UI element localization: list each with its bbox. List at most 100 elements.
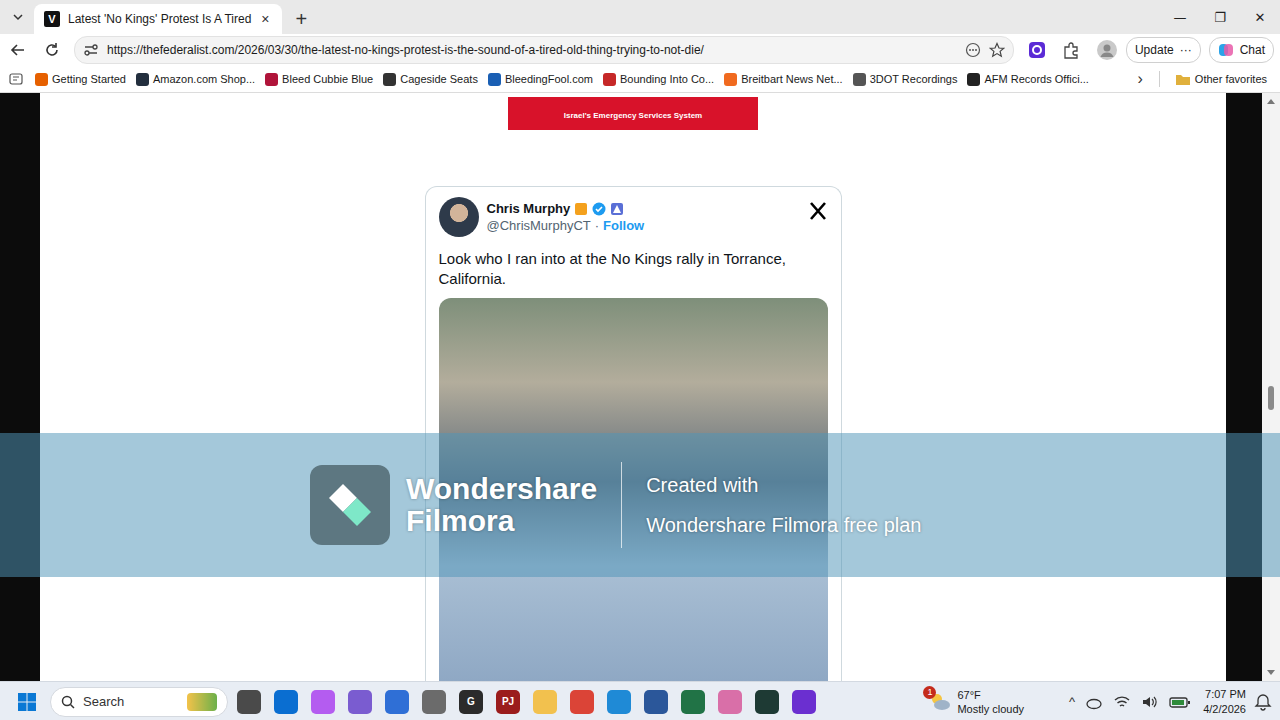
bookmark-item[interactable]: Amazon.com Shop... xyxy=(131,73,260,86)
avatar-photo[interactable] xyxy=(439,197,479,237)
author-handle-row: @ChrisMurphyCT · Follow xyxy=(487,218,645,233)
browser-tab[interactable]: V Latest 'No Kings' Protest Is A Tired × xyxy=(34,4,282,34)
window-controls: —❐✕ xyxy=(1160,0,1280,34)
tab-actions-icon[interactable] xyxy=(10,9,26,25)
speaker-icon[interactable] xyxy=(1141,694,1159,710)
site-favicon: V xyxy=(44,11,60,27)
update-button[interactable]: Update··· xyxy=(1126,37,1201,63)
author-name[interactable]: Chris Murphy xyxy=(487,201,571,216)
taskbar-app-icon[interactable] xyxy=(311,690,335,714)
taskbar-app-icon[interactable] xyxy=(385,690,409,714)
taskbar-app-icon[interactable]: G xyxy=(459,690,483,714)
taskbar-app-icon[interactable] xyxy=(607,690,631,714)
extensions-puzzle-icon[interactable] xyxy=(1062,41,1080,59)
filmora-diamond-icon xyxy=(325,480,375,530)
bookmark-item[interactable]: Getting Started xyxy=(30,73,131,86)
windows-start-icon[interactable] xyxy=(18,693,36,711)
site-info-icon[interactable] xyxy=(83,42,99,58)
favorites-bar: Getting Started Amazon.com Shop... Bleed C… xyxy=(0,66,1280,93)
favorite-star-icon[interactable] xyxy=(989,42,1005,58)
bookmark-item[interactable]: Bounding Into Co... xyxy=(598,73,719,86)
ad-banner[interactable]: Israel's Emergency Services System xyxy=(508,97,758,130)
battery-icon[interactable] xyxy=(1169,694,1191,710)
bookmark-item[interactable]: Breitbart News Net... xyxy=(719,73,847,86)
page-margin xyxy=(0,93,40,681)
taskbar-app-icon[interactable] xyxy=(792,690,816,714)
weather-widget[interactable]: 167°FMostly cloudy xyxy=(929,688,1024,716)
taskbar-app-icon[interactable]: PJ xyxy=(496,690,520,714)
bookmark-label: 3DOT Recordings xyxy=(870,73,958,85)
temperature: 67°F xyxy=(957,688,1024,702)
brand-product: Filmora xyxy=(406,505,597,537)
scrollbar[interactable] xyxy=(1262,93,1280,681)
taskbar-app-icon[interactable] xyxy=(274,690,298,714)
folder-icon xyxy=(1175,72,1191,86)
weather-condition: Mostly cloudy xyxy=(957,702,1024,716)
clock[interactable]: 7:07 PM4/2/2026 xyxy=(1203,687,1246,717)
app-label: PJ xyxy=(502,696,514,707)
bookmark-item[interactable]: Bleed Cubbie Blue xyxy=(260,73,378,86)
divider xyxy=(621,462,622,548)
bookmark-item[interactable]: BleedingFool.com xyxy=(483,73,598,86)
taskbar-app-icon[interactable] xyxy=(644,690,668,714)
tab-title[interactable]: Latest 'No Kings' Protest Is A Tired xyxy=(68,12,251,26)
other-favorites-button[interactable]: Other favorites xyxy=(1170,72,1272,86)
scrollbar-thumb[interactable] xyxy=(1268,386,1274,410)
bookmark-label: Bleed Cubbie Blue xyxy=(282,73,373,85)
bookmark-favicon-icon xyxy=(967,73,980,86)
wifi-icon[interactable] xyxy=(1113,694,1131,710)
bookmark-label: Amazon.com Shop... xyxy=(153,73,255,85)
search-highlight-icon xyxy=(187,693,217,711)
bookmark-item[interactable]: 3DOT Recordings xyxy=(848,73,963,86)
restore-button[interactable]: ❐ xyxy=(1200,0,1240,34)
bookmark-favicon-icon xyxy=(488,73,501,86)
extension-icon[interactable] xyxy=(1028,41,1046,59)
refresh-icon[interactable] xyxy=(42,40,62,60)
new-tab-button[interactable]: + xyxy=(282,4,322,34)
back-arrow-icon[interactable] xyxy=(8,40,28,60)
bookmark-item[interactable]: Cageside Seats xyxy=(378,73,483,86)
tweet-text: Look who I ran into at the No Kings rall… xyxy=(439,249,828,289)
caption-line: Created with xyxy=(646,465,921,505)
x-logo-icon[interactable] xyxy=(808,201,828,221)
address-field[interactable]: https://thefederalist.com/2026/03/30/the… xyxy=(74,36,1014,64)
cloud-sync-icon[interactable] xyxy=(1085,694,1103,710)
caption-line: Wondershare Filmora free plan xyxy=(646,505,921,545)
taskbar-app-icon[interactable] xyxy=(237,690,261,714)
app-label: G xyxy=(467,696,475,707)
scroll-up-icon[interactable] xyxy=(1267,99,1275,104)
more-favorites-button[interactable]: › xyxy=(1132,70,1149,88)
taskbar-app-icon[interactable] xyxy=(681,690,705,714)
show-hidden-icons-button[interactable]: ^ xyxy=(1069,694,1075,709)
tweet-header: Chris Murphy @ChrisMurphyCT · Follow xyxy=(439,197,828,237)
watermark-overlay: WondershareFilmora Created withWondershar… xyxy=(0,433,1280,577)
profile-icon[interactable] xyxy=(1096,39,1118,61)
tab-close-button[interactable]: × xyxy=(259,11,271,27)
taskbar-app-icon[interactable] xyxy=(348,690,372,714)
taskbar-search[interactable]: Search xyxy=(50,687,228,717)
watermark-brand: WondershareFilmora xyxy=(406,473,597,537)
copilot-chat-button[interactable]: Chat xyxy=(1209,37,1274,63)
notification-bell-icon[interactable] xyxy=(1254,693,1272,711)
scrollbar-track xyxy=(1268,109,1274,665)
close-button[interactable]: ✕ xyxy=(1240,0,1280,34)
bookmark-label: Cageside Seats xyxy=(400,73,478,85)
follow-button[interactable]: Follow xyxy=(603,218,644,233)
tweet-author: Chris Murphy @ChrisMurphyCT · Follow xyxy=(487,201,645,233)
taskbar-app-icon[interactable] xyxy=(570,690,594,714)
taskbar-app-icon[interactable] xyxy=(718,690,742,714)
taskbar-app-icon[interactable] xyxy=(422,690,446,714)
bookmark-favicon-icon xyxy=(35,73,48,86)
url-text[interactable]: https://thefederalist.com/2026/03/30/the… xyxy=(107,43,957,57)
more-menu-button[interactable]: ··· xyxy=(1180,43,1192,57)
bookmark-item[interactable]: AFM Records Offici... xyxy=(962,73,1093,86)
minimize-button[interactable]: — xyxy=(1160,0,1200,34)
scroll-down-icon[interactable] xyxy=(1267,670,1275,675)
separator: · xyxy=(595,218,599,233)
reader-icon[interactable] xyxy=(965,42,981,58)
collections-icon[interactable] xyxy=(8,71,24,87)
government-badge-icon xyxy=(610,202,624,216)
author-handle[interactable]: @ChrisMurphyCT xyxy=(487,218,591,233)
taskbar-app-icon[interactable] xyxy=(533,690,557,714)
taskbar-app-icon[interactable] xyxy=(755,690,779,714)
